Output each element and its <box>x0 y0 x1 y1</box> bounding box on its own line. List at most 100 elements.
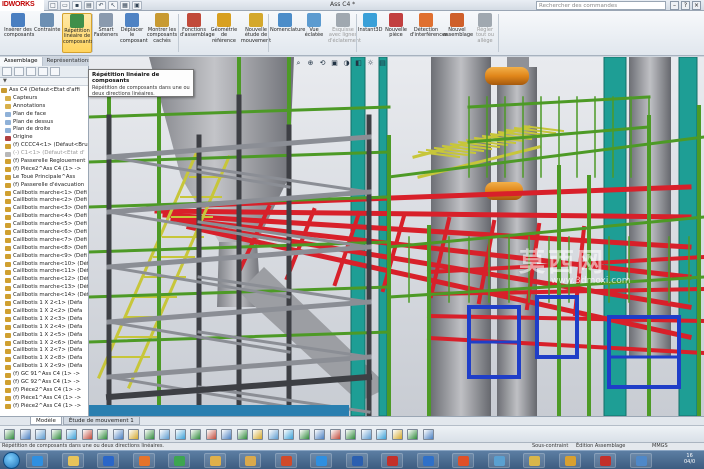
display-tab-icon[interactable] <box>50 67 60 76</box>
shortcut-tool-icon[interactable] <box>422 429 434 440</box>
ribbon-button-2[interactable]: Répétition linéaire de composants <box>62 13 93 53</box>
shortcut-tool-icon[interactable] <box>391 429 403 440</box>
shortcut-tool-icon[interactable] <box>190 429 201 440</box>
shortcut-tool-icon[interactable] <box>345 429 356 440</box>
shortcut-tool-icon[interactable] <box>314 429 325 440</box>
taskbar-app-ppt[interactable] <box>274 453 297 468</box>
feature-tree-item[interactable]: (f) Pièce2^Ass C4 (1> -> <box>1 387 88 395</box>
taskbar-app-firefox[interactable] <box>132 453 155 468</box>
ribbon-button-1[interactable]: Contrainte <box>34 13 60 53</box>
ribbon-button-14[interactable]: Détection d'interférences <box>410 13 448 53</box>
shortcut-tool-icon[interactable] <box>81 429 93 440</box>
view-tool-icon-3[interactable]: ▣ <box>330 59 339 68</box>
feature-tree-item[interactable]: (f) Pièce2^Ass C4 (1> -> <box>1 166 88 174</box>
ribbon-button-12[interactable]: Instant3D <box>358 13 382 53</box>
taskbar-app-app[interactable] <box>416 453 439 468</box>
taskbar-app-app3[interactable] <box>629 453 652 468</box>
feature-tree-item[interactable]: Caillbotis marche<2> (Défi <box>1 197 88 205</box>
shortcut-tool-icon[interactable] <box>221 429 232 440</box>
tree-filter[interactable]: ▼ <box>0 78 88 86</box>
model-tab-1[interactable]: Étude de mouvement 1 <box>62 417 140 425</box>
shortcut-tool-icon[interactable] <box>159 429 170 440</box>
graphics-viewport[interactable]: ⌕ ⊕ ⟲ ▣ ◑ ◧ ☼ ▤ 莫西网 www.3dmoxi.com <box>89 57 704 416</box>
feature-tree-item[interactable]: Caillbotis 1 X 2<8> (Défa <box>1 355 88 363</box>
feature-tree-item[interactable]: Caillbotis marche<5> (Défi <box>1 221 88 229</box>
shortcut-tool-icon[interactable] <box>35 429 46 440</box>
configuration-tab-icon[interactable] <box>26 67 36 76</box>
taskbar-app-folder[interactable] <box>239 453 261 468</box>
shortcut-tool-icon[interactable] <box>4 429 15 440</box>
view-tool-icon-2[interactable]: ⟲ <box>318 59 327 68</box>
feature-tree-item[interactable]: Caillbotis 1 X 2<4> (Défa <box>1 324 88 332</box>
taskbar-app-ie2[interactable] <box>310 453 332 468</box>
ribbon-button-16[interactable]: Régler tout ou allège <box>472 13 498 53</box>
dimxpert-tab-icon[interactable] <box>38 67 48 76</box>
status-units[interactable]: MMGS <box>652 443 668 450</box>
feature-tree-tab-icon[interactable] <box>2 67 12 76</box>
view-tool-icon-0[interactable]: ⌕ <box>294 59 303 68</box>
options-icon[interactable]: ▣ <box>132 1 142 10</box>
shortcut-tool-icon[interactable] <box>236 429 248 440</box>
shortcut-tool-icon[interactable] <box>298 429 310 440</box>
ribbon-button-11[interactable]: Esquisse avec lignes d'éclatement <box>328 13 361 53</box>
undo-icon[interactable]: ↶ <box>96 1 106 10</box>
shortcut-tool-icon[interactable] <box>376 429 387 440</box>
property-manager-tab-icon[interactable] <box>14 67 24 76</box>
search-input[interactable]: Rechercher des commandes <box>536 1 666 10</box>
view-tool-icon-6[interactable]: ☼ <box>366 59 375 68</box>
feature-tree-item[interactable]: Plan de dessus <box>1 119 88 127</box>
shortcut-tool-icon[interactable] <box>19 429 31 440</box>
feature-tree-item[interactable]: Ass C4 (Défaut<État d'affi <box>1 87 88 95</box>
ribbon-button-9[interactable]: Nomenclature <box>270 13 305 53</box>
taskbar-app-media2[interactable] <box>558 453 581 468</box>
feature-tree-item[interactable]: Capteurs <box>1 95 88 103</box>
taskbar-app-chrome[interactable] <box>168 453 190 468</box>
feature-tree-item[interactable]: Caillbotis marche<9> (Défi <box>1 253 88 261</box>
shortcut-tool-icon[interactable] <box>407 429 418 440</box>
shortcut-tool-icon[interactable] <box>329 429 341 440</box>
feature-tree-item[interactable]: Caillbotis 1 X 2<7> (Défa <box>1 347 88 355</box>
feature-tree-item[interactable]: (-) C1<1> (Défaut<État d' <box>1 150 88 158</box>
shortcut-tool-icon[interactable] <box>97 429 108 440</box>
shortcut-tool-icon[interactable] <box>128 429 139 440</box>
new-icon[interactable]: □ <box>48 1 58 10</box>
shortcut-tool-icon[interactable] <box>174 429 186 440</box>
taskbar-app-app2[interactable] <box>452 453 474 468</box>
ribbon-button-6[interactable]: Fonctions d'assemblage <box>180 13 215 53</box>
minimize-icon[interactable]: – <box>670 1 679 10</box>
start-button[interactable] <box>3 452 20 469</box>
feature-tree-item[interactable]: Caillbotis marche<8> (Défi <box>1 245 88 253</box>
ribbon-button-3[interactable]: Smart Fasteners <box>94 13 118 53</box>
shortcut-tool-icon[interactable] <box>205 429 217 440</box>
feature-tree-item[interactable]: Caillbotis 1 X 2<1> (Défa <box>1 300 88 308</box>
feature-tree-item[interactable]: Annotations <box>1 103 88 111</box>
ribbon-button-5[interactable]: Montrer les composants cachés <box>146 13 178 53</box>
taskbar-app-ie[interactable] <box>26 453 48 468</box>
shortcut-tool-icon[interactable] <box>267 429 279 440</box>
assembly-3d-model[interactable] <box>89 57 704 416</box>
feature-tree-item[interactable]: (f) Pièce1^Ass C4 (1> -> <box>1 395 88 403</box>
feature-tree-item[interactable]: (f) GC 92^Ass C4 (1> -> <box>1 379 88 387</box>
shortcut-tool-icon[interactable] <box>66 429 77 440</box>
feature-tree-item[interactable]: (f) Passerelle Reglouement <box>1 158 88 166</box>
feature-tree-item[interactable]: Caillbotis marche<4> (Défi <box>1 213 88 221</box>
feature-tree-item[interactable]: Caillbotis marche<1> (Défi <box>1 190 88 198</box>
shortcut-tool-icon[interactable] <box>360 429 372 440</box>
feature-tree-item[interactable]: Caillbotis 1 X 2<9> (Défa <box>1 363 88 371</box>
feature-tree-item[interactable]: Caillbotis marche<10> (Défi <box>1 261 88 269</box>
save-icon[interactable]: ▪ <box>72 1 82 10</box>
feature-tree-item[interactable]: (f) CCCC4<1> (Défaut<Bru <box>1 142 88 150</box>
feature-tree-item[interactable]: Caillbotis 1 X 2<5> (Défa <box>1 332 88 340</box>
taskbar-app-explorer[interactable] <box>61 453 84 468</box>
feature-tree-item[interactable]: (f) Pièce2^Ass C4 (1> -> <box>1 403 88 411</box>
feature-tree-item[interactable]: (f) GC 91^Ass C4 (1> -> <box>1 371 88 379</box>
shortcut-tool-icon[interactable] <box>112 429 124 440</box>
taskbar-app-paint[interactable] <box>487 453 510 468</box>
print-icon[interactable]: ▤ <box>84 1 94 10</box>
open-icon[interactable]: ▭ <box>60 1 70 10</box>
command-tab-0[interactable]: Assemblage <box>0 57 43 66</box>
view-tool-icon-4[interactable]: ◑ <box>342 59 351 68</box>
feature-tree-item[interactable]: Caillbotis marche<13> (Défi <box>1 284 88 292</box>
feature-tree-item[interactable]: Caillbotis marche<14> (Défi <box>1 292 88 300</box>
feature-tree-item[interactable]: Caillbotis marche<7> (Défi <box>1 237 88 245</box>
